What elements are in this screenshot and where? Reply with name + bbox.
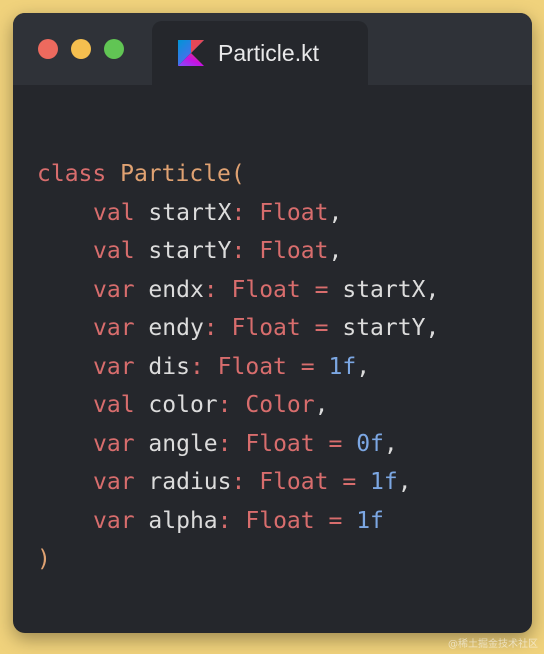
param-colon: : — [217, 392, 232, 418]
watermark: @稀土掘金技术社区 — [448, 639, 538, 650]
param-comma: , — [425, 315, 440, 341]
param-type: Float — [231, 276, 301, 303]
param-type: Float — [245, 507, 315, 534]
param-colon: : — [217, 507, 232, 534]
code-line-param: var endy: Float = startY, — [37, 309, 439, 348]
zoom-button[interactable] — [104, 39, 124, 59]
param-colon: : — [203, 315, 218, 341]
title-bar: Particle.kt — [13, 13, 532, 85]
param-keyword: var — [93, 507, 135, 534]
param-name: startX — [148, 199, 232, 226]
param-colon: : — [231, 238, 246, 264]
code-line-param: var alpha: Float = 1f — [37, 502, 439, 541]
param-equals: = — [328, 430, 343, 457]
editor-window: Particle.kt class Particle( val startX: … — [13, 13, 532, 633]
code-line-param: val startY: Float, — [37, 232, 439, 271]
param-equals: = — [314, 276, 329, 303]
class-name: Particle — [120, 161, 231, 187]
param-equals: = — [342, 469, 357, 495]
code-line-param: val color: Color, — [37, 386, 439, 425]
param-keyword: var — [93, 353, 135, 380]
param-colon: : — [203, 276, 218, 303]
param-comma: , — [314, 392, 329, 418]
param-name: color — [148, 392, 218, 418]
param-keyword: val — [93, 392, 135, 418]
param-comma: , — [383, 430, 398, 457]
tab-title: Particle.kt — [218, 40, 319, 66]
param-default: startY — [342, 315, 426, 341]
param-name: radius — [148, 469, 232, 495]
code-line-param: val startX: Float, — [37, 194, 439, 233]
param-type: Float — [259, 238, 329, 264]
code-line-param: var dis: Float = 1f, — [37, 348, 439, 387]
param-name: angle — [148, 430, 218, 457]
param-colon: : — [217, 430, 232, 457]
code-line-param: var endx: Float = startX, — [37, 271, 439, 310]
param-type: Float — [231, 315, 301, 341]
param-colon: : — [189, 353, 204, 380]
param-colon: : — [231, 469, 246, 495]
param-equals: = — [314, 315, 329, 341]
param-keyword: val — [93, 238, 135, 264]
kotlin-icon — [178, 40, 204, 66]
param-type: Float — [259, 199, 329, 226]
code-block: class Particle( val startX: Float, val st… — [37, 155, 439, 579]
param-default: 1f — [370, 469, 398, 495]
close-button[interactable] — [38, 39, 58, 59]
param-default: startX — [342, 276, 426, 303]
param-default: 0f — [356, 430, 384, 457]
param-name: endy — [148, 315, 204, 341]
code-line-param: var angle: Float = 0f, — [37, 425, 439, 464]
code-line-param: var radius: Float = 1f, — [37, 463, 439, 502]
param-name: endx — [148, 276, 204, 303]
param-default: 1f — [328, 353, 357, 380]
param-comma: , — [328, 238, 343, 264]
minimize-button[interactable] — [71, 39, 91, 59]
param-comma: , — [397, 469, 412, 495]
open-paren: ( — [230, 161, 245, 187]
param-default: 1f — [356, 507, 384, 534]
param-keyword: val — [93, 199, 135, 226]
param-type: Color — [245, 392, 315, 418]
keyword-class: class — [37, 161, 107, 187]
param-type: Float — [245, 430, 315, 457]
param-name: alpha — [148, 507, 218, 534]
param-comma: , — [356, 353, 371, 380]
param-colon: : — [231, 199, 246, 226]
param-type: Float — [259, 469, 329, 495]
param-comma: , — [425, 276, 440, 303]
param-equals: = — [328, 507, 343, 534]
param-type: Float — [217, 353, 287, 380]
code-line-class-header: class Particle( — [37, 155, 439, 194]
code-line-close: ) — [37, 540, 439, 579]
close-paren: ) — [37, 546, 51, 572]
param-keyword: var — [93, 315, 135, 341]
param-name: dis — [148, 353, 190, 380]
param-name: startY — [148, 238, 232, 264]
param-comma: , — [328, 199, 343, 226]
param-keyword: var — [93, 469, 135, 495]
tab-particle-kt[interactable]: Particle.kt — [152, 21, 368, 85]
param-keyword: var — [93, 276, 135, 303]
param-keyword: var — [93, 430, 135, 457]
param-equals: = — [300, 353, 315, 380]
